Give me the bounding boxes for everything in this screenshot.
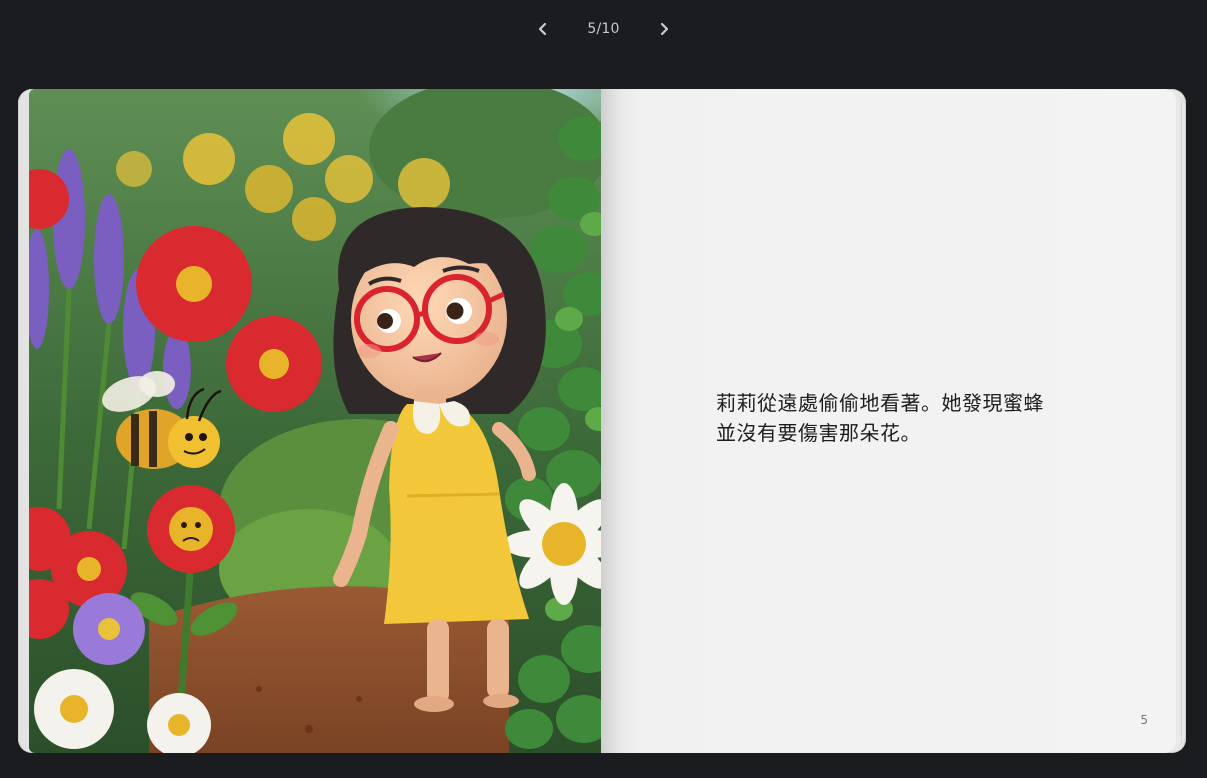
page-edge <box>1177 97 1186 745</box>
illustration-page[interactable] <box>29 89 601 753</box>
chevron-right-icon <box>657 22 671 36</box>
story-text: 莉莉從遠處偷偷地看著。她發現蜜蜂並沒有要傷害那朵花。 <box>716 391 1044 445</box>
text-page[interactable]: 莉莉從遠處偷偷地看著。她發現蜜蜂並沒有要傷害那朵花。 5 <box>601 89 1176 753</box>
next-page-button[interactable] <box>650 15 678 43</box>
prev-page-button[interactable] <box>529 15 557 43</box>
page-number: 5 <box>1140 713 1148 727</box>
page-navigation: 5/10 <box>0 14 1207 44</box>
story-illustration <box>29 89 601 753</box>
chevron-left-icon <box>536 22 550 36</box>
book-spread: 莉莉從遠處偷偷地看著。她發現蜜蜂並沒有要傷害那朵花。 5 <box>18 89 1186 753</box>
page-counter: 5/10 <box>587 21 620 37</box>
